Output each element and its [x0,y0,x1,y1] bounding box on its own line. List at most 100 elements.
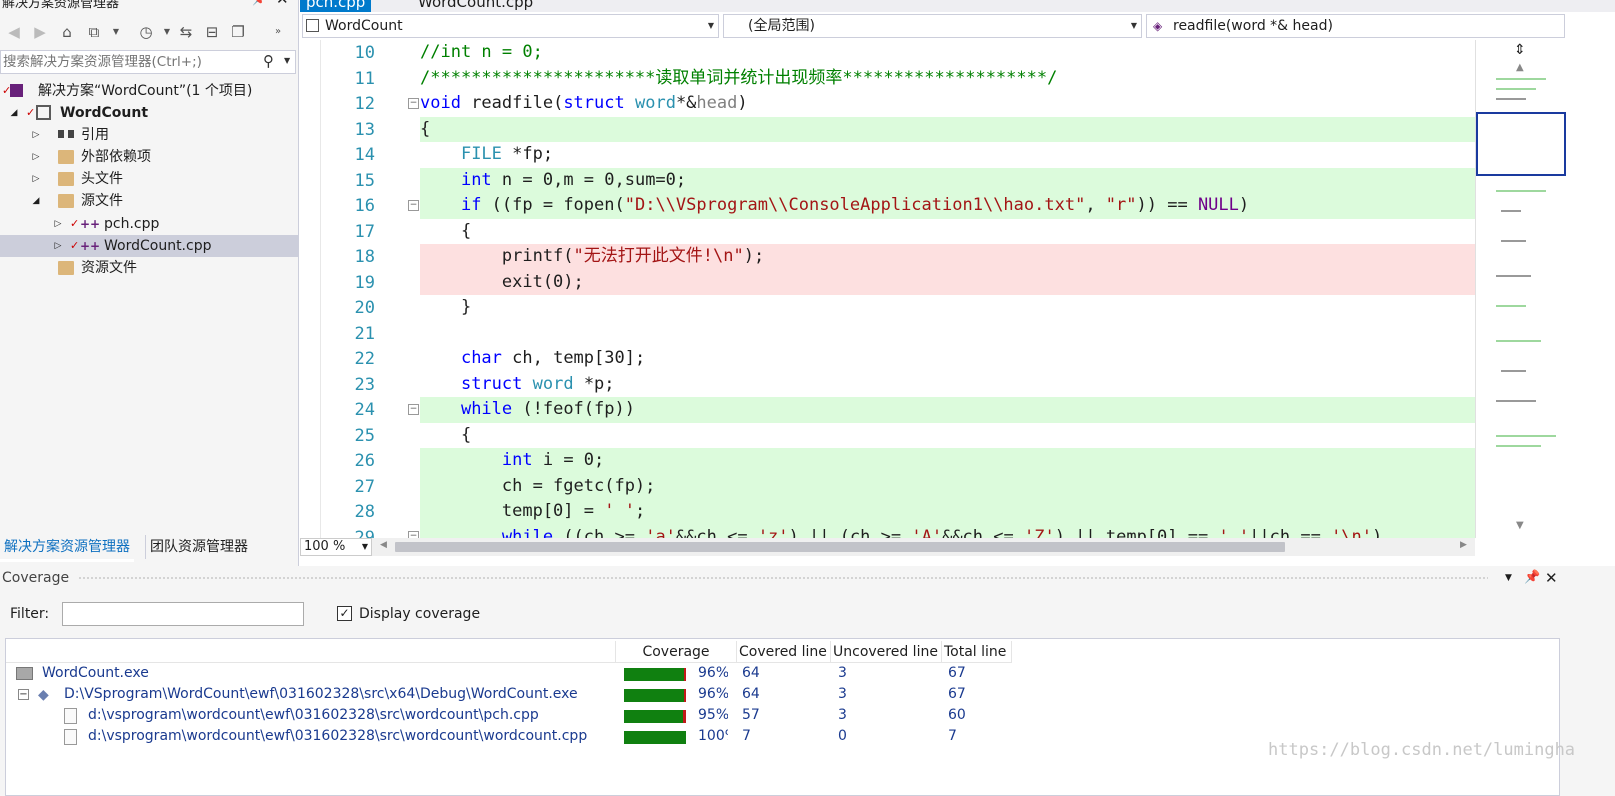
string-literal: 'a' [645,526,676,539]
scope-dropdown[interactable]: (全局范围) ▼ [723,14,1142,38]
forward-icon[interactable]: ▶ [30,22,50,42]
collapsed-triangle-icon[interactable]: ▷ [30,124,42,146]
column-header-covered-line[interactable]: Covered line [737,641,831,663]
chevron-down-icon[interactable]: ▼ [284,56,290,65]
code-editor[interactable]: 10 11 12 13 14 15 16 17 18 19 20 21 22 2… [300,40,1615,538]
collapse-icon[interactable]: − [18,689,29,700]
tab-wordcount-cpp[interactable]: WordCount.cpp [412,0,539,12]
coverage-percent: 95% [698,707,728,723]
column-header-uncovered-line[interactable]: Uncovered line [831,641,942,663]
pending-changes-filter-icon[interactable]: ◷ [136,22,156,42]
pin-icon[interactable]: 📌 [252,0,267,6]
collapse-icon[interactable]: − [408,404,419,415]
scroll-up-icon[interactable]: ▲ [1516,62,1524,73]
code-line-16: if ((fp = fopen("D:\\VSprogram\\ConsoleA… [420,193,1475,219]
switch-views-icon[interactable]: ⧉ [84,22,104,42]
coverage-table: Coverage Covered line Uncovered line Tot… [5,638,1560,796]
coverage-row[interactable]: − ◆ D:\VSprogram\WordCount\ewf\031602328… [6,686,1559,706]
chevron-down-icon[interactable]: ▼ [1505,566,1512,590]
checkmark-icon: ✓ [70,217,80,230]
project-dropdown[interactable]: WordCount ▼ [302,14,719,38]
code-text: { [420,220,472,241]
filter-input[interactable] [62,602,304,626]
code-text: n = 0,m = 0,sum=0; [491,169,687,190]
code-line-27: ch = fgetc(fp); [420,473,1475,499]
solution-search-box[interactable]: ⚲ ▼ [0,50,296,74]
code-line-29: while ((ch >= 'a'&&ch <= 'z') || (ch >= … [420,524,1475,539]
tab-pch-cpp[interactable]: pch.cpp [300,0,372,12]
member-dropdown-value: readfile(word *& head) [1173,18,1333,34]
code-line-14: FILE *fp; [420,142,1475,168]
tree-item-pch-cpp[interactable]: ▷ ✓ ++ pch.cpp [0,213,298,235]
coverage-bar [624,668,686,681]
minimap-scrollbar[interactable]: ⇕ ▲ ▼ [1475,40,1615,538]
close-icon[interactable]: ✕ [276,0,289,8]
tree-item-external-deps[interactable]: ▷ 外部依赖项 [0,146,298,168]
expanded-triangle-icon[interactable]: ◢ [30,190,42,212]
row-name: d:\vsprogram\wordcount\ewf\031602328\src… [88,728,588,744]
string-literal: 'z' [757,526,789,539]
expanded-triangle-icon[interactable]: ◢ [8,102,20,124]
line-number: 12 [354,94,375,114]
chevron-down-icon[interactable]: ▼ [106,22,126,42]
tree-item-references[interactable]: ▷ 引用 [0,124,298,146]
column-header-coverage[interactable]: Coverage [616,641,737,663]
display-coverage-checkbox[interactable]: ✓ [337,606,352,621]
scroll-left-icon[interactable]: ◀ [380,540,387,550]
coverage-percent: 96% [698,665,728,681]
tree-item-solution[interactable]: ✓ 解决方案“WordCount”(1 个项目) [0,80,298,102]
home-icon[interactable]: ⌂ [57,22,77,42]
tree-item-label: 外部依赖项 [81,149,151,165]
scroll-down-icon[interactable]: ▼ [1516,520,1524,531]
chevron-down-icon: ▼ [707,21,714,30]
tree-item-resources[interactable]: 资源文件 [0,257,298,279]
tree-item-label: 源文件 [81,193,123,209]
horizontal-scrollbar-thumb[interactable] [395,542,1285,552]
solution-search-input[interactable] [3,52,253,72]
collapsed-triangle-icon[interactable]: ▷ [30,146,42,168]
minimap-viewport[interactable] [1476,112,1566,176]
coverage-row[interactable]: d:\vsprogram\wordcount\ewf\031602328\src… [6,707,1559,727]
collapsed-triangle-icon[interactable]: ▷ [52,213,64,235]
line-number: 20 [354,298,375,318]
search-icon[interactable]: ⚲ [263,52,274,70]
collapse-icon[interactable]: − [408,200,419,211]
keyword: while [501,526,554,539]
toolbar-overflow-icon[interactable]: » [268,22,288,42]
uncovered-lines: 3 [838,686,847,702]
string-literal: "无法打开此文件!\n" [573,246,744,266]
tree-item-headers[interactable]: ▷ 头文件 [0,168,298,190]
scroll-right-icon[interactable]: ▶ [1460,540,1467,550]
document-tab-strip: pch.cpp WordCount.cpp [300,0,1615,12]
zoom-dropdown[interactable]: 100 % ▼ [300,538,372,556]
collapse-all-icon[interactable]: ⊟ [202,22,222,42]
tree-item-project[interactable]: ◢ ✓ WordCount [0,102,298,124]
collapsed-triangle-icon[interactable]: ▷ [52,235,64,257]
string-literal: ' ' [1218,526,1250,539]
pin-icon[interactable]: 📌 [1524,566,1540,590]
code-text: ); [743,246,765,266]
tree-item-sources[interactable]: ◢ 源文件 [0,190,298,212]
split-editor-icon[interactable]: ⇕ [1514,42,1526,58]
tree-item-label: WordCount [60,105,149,121]
line-number: 24 [354,400,375,420]
collapse-icon[interactable]: − [408,531,419,538]
collapsed-triangle-icon[interactable]: ▷ [30,168,42,190]
cpp-file-icon: ++ [80,239,101,253]
column-header-name[interactable] [6,641,616,663]
collapse-icon[interactable]: − [408,98,419,109]
coverage-row[interactable]: WordCount.exe 96% 64 3 67 [6,665,1559,685]
chevron-down-icon[interactable]: ▼ [157,22,177,42]
tree-item-wordcount-cpp[interactable]: ▷ ✓ ++ WordCount.cpp [0,235,298,257]
show-all-files-icon[interactable]: ❐ [228,22,248,42]
tab-solution-explorer[interactable]: 解决方案资源管理器 [0,535,134,562]
member-dropdown[interactable]: ◈ readfile(word *& head) [1146,14,1565,38]
string-literal: '\n' [1331,526,1373,539]
tab-team-explorer[interactable]: 团队资源管理器 [145,535,252,559]
close-icon[interactable]: ✕ [1545,566,1558,590]
back-icon[interactable]: ◀ [4,22,24,42]
sync-icon[interactable]: ⇆ [176,22,196,42]
code-text: ) || temp[0] == [1054,526,1219,539]
column-header-total-line[interactable]: Total line [942,641,1012,663]
